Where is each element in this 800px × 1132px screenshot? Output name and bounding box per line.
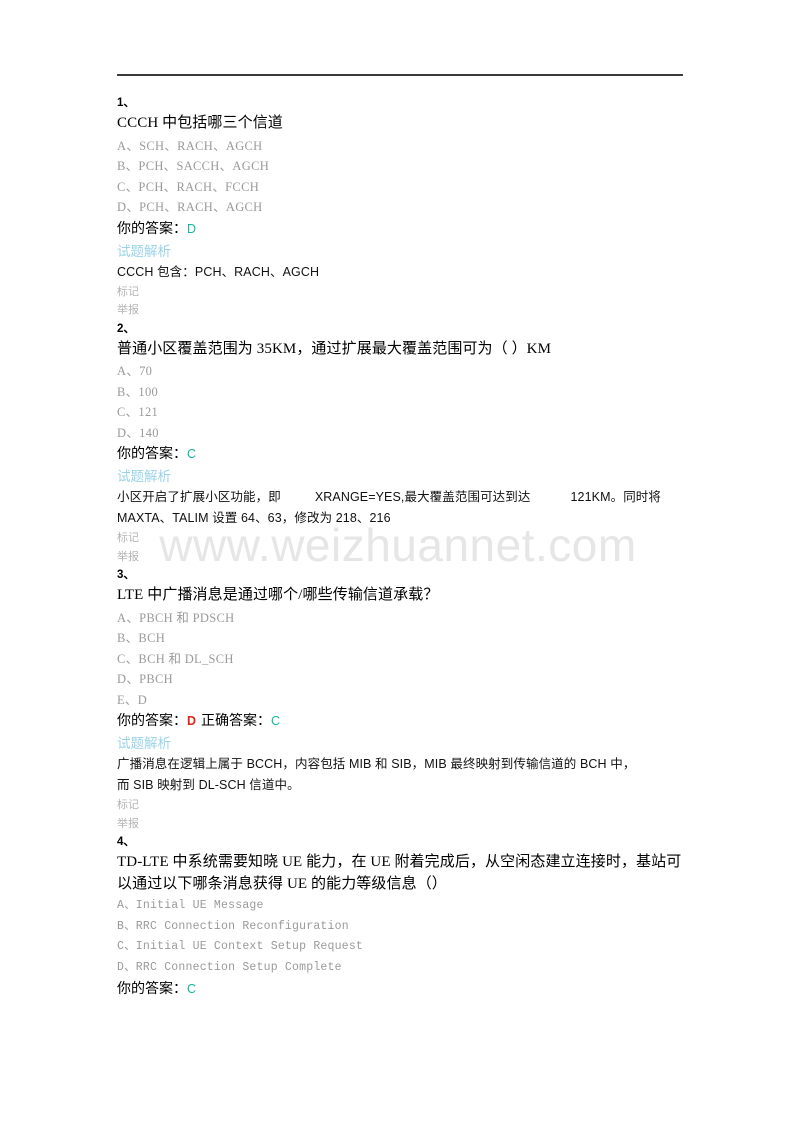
question-option[interactable]: D、140 bbox=[117, 423, 683, 444]
question-block: 1、 CCCH 中包括哪三个信道 A、SCH、RACH、AGCH B、PCH、S… bbox=[117, 94, 683, 320]
analysis-label[interactable]: 试题解析 bbox=[117, 733, 683, 754]
mark-link[interactable]: 标记 bbox=[117, 283, 683, 302]
analysis-text: CCCH 包含：PCH、RACH、AGCH bbox=[117, 264, 320, 279]
question-option[interactable]: B、100 bbox=[117, 382, 683, 403]
question-option[interactable]: A、Initial UE Message bbox=[117, 896, 683, 917]
analysis-segment: 小区开启了扩展小区功能，即 bbox=[117, 490, 281, 504]
question-footer-links: 标记 举报 bbox=[117, 529, 683, 566]
question-option[interactable]: B、PCH、SACCH、AGCH bbox=[117, 156, 683, 177]
question-option[interactable]: D、PCH、RACH、AGCH bbox=[117, 197, 683, 218]
question-block: 2、 普通小区覆盖范围为 35KM，通过扩展最大覆盖范围可为（ ）KM A、70… bbox=[117, 320, 683, 567]
question-title: LTE 中广播消息是通过哪个/哪些传输信道承载？ bbox=[117, 587, 439, 603]
report-link[interactable]: 举报 bbox=[117, 548, 683, 567]
question-title: TD-LTE 中系统需要知晓 UE 能力，在 UE 附着完成后，从空闲态建立连接… bbox=[117, 854, 682, 892]
your-answer-row: 你的答案：C bbox=[117, 978, 683, 1001]
your-answer-value: D bbox=[187, 221, 197, 236]
your-answer-value: C bbox=[187, 447, 197, 461]
your-answer-value: C bbox=[187, 982, 197, 996]
question-option[interactable]: C、BCH 和 DL_SCH bbox=[117, 649, 683, 670]
question-option[interactable]: D、PBCH bbox=[117, 669, 683, 690]
correct-answer-value: C bbox=[271, 714, 281, 728]
your-answer-label: 你的答案： bbox=[117, 447, 187, 462]
question-number: 3、 bbox=[117, 569, 135, 581]
analysis-segment: XRANGE=YES,最大覆盖范围可达到达 bbox=[314, 490, 531, 504]
mark-link[interactable]: 标记 bbox=[117, 529, 683, 548]
question-number: 4、 bbox=[117, 836, 135, 848]
your-answer-label: 你的答案： bbox=[117, 714, 187, 729]
question-footer-links: 标记 举报 bbox=[117, 796, 683, 833]
question-option[interactable]: B、RRC Connection Reconfiguration bbox=[117, 917, 683, 938]
question-option[interactable]: C、PCH、RACH、FCCH bbox=[117, 177, 683, 198]
analysis-text: 而 SIB 映射到 DL-SCH 信道中。 bbox=[117, 778, 300, 792]
your-answer-row: 你的答案：D 正确答案：C bbox=[117, 710, 683, 733]
question-option[interactable]: B、BCH bbox=[117, 628, 683, 649]
document-page: www.weizhuannet.com 1、 CCCH 中包括哪三个信道 A、S… bbox=[0, 0, 800, 1132]
question-option[interactable]: C、121 bbox=[117, 402, 683, 423]
your-answer-row: 你的答案：C bbox=[117, 443, 683, 466]
your-answer-row: 你的答案：D bbox=[117, 218, 683, 241]
your-answer-label: 你的答案： bbox=[117, 982, 187, 997]
question-option[interactable]: C、Initial UE Context Setup Request bbox=[117, 937, 683, 958]
question-option[interactable]: D、RRC Connection Setup Complete bbox=[117, 958, 683, 979]
analysis-text: 小区开启了扩展小区功能，即 XRANGE=YES,最大覆盖范围可达到达 121KM。… bbox=[117, 487, 683, 529]
questions-container: 1、 CCCH 中包括哪三个信道 A、SCH、RACH、AGCH B、PCH、S… bbox=[117, 94, 683, 1001]
correct-answer-label: 正确答案： bbox=[201, 714, 272, 729]
your-answer-value: D bbox=[187, 714, 197, 728]
question-footer-links: 标记 举报 bbox=[117, 283, 683, 320]
question-block: 3、 LTE 中广播消息是通过哪个/哪些传输信道承载？ A、PBCH 和 PDS… bbox=[117, 566, 683, 833]
question-title: 普通小区覆盖范围为 35KM，通过扩展最大覆盖范围可为（ ）KM bbox=[117, 340, 552, 357]
question-option[interactable]: E、D bbox=[117, 690, 683, 711]
mark-link[interactable]: 标记 bbox=[117, 796, 683, 815]
question-block: 4、 TD-LTE 中系统需要知晓 UE 能力，在 UE 附着完成后，从空闲态建… bbox=[117, 833, 683, 1001]
question-option[interactable]: A、SCH、RACH、AGCH bbox=[117, 136, 683, 157]
question-number: 2、 bbox=[117, 322, 135, 335]
question-option[interactable]: A、PBCH 和 PDSCH bbox=[117, 608, 683, 629]
question-title: CCCH 中包括哪三个信道 bbox=[117, 115, 283, 131]
question-option[interactable]: A、70 bbox=[117, 361, 683, 382]
question-number: 1、 bbox=[117, 97, 135, 109]
your-answer-label: 你的答案： bbox=[117, 221, 187, 237]
analysis-label[interactable]: 试题解析 bbox=[117, 241, 683, 262]
report-link[interactable]: 举报 bbox=[117, 815, 683, 834]
report-link[interactable]: 举报 bbox=[117, 301, 683, 320]
analysis-label[interactable]: 试题解析 bbox=[117, 466, 683, 487]
analysis-text: 广播消息在逻辑上属于 BCCH，内容包括 MIB 和 SIB，MIB 最终映射到… bbox=[117, 757, 636, 771]
header-divider bbox=[117, 74, 683, 76]
